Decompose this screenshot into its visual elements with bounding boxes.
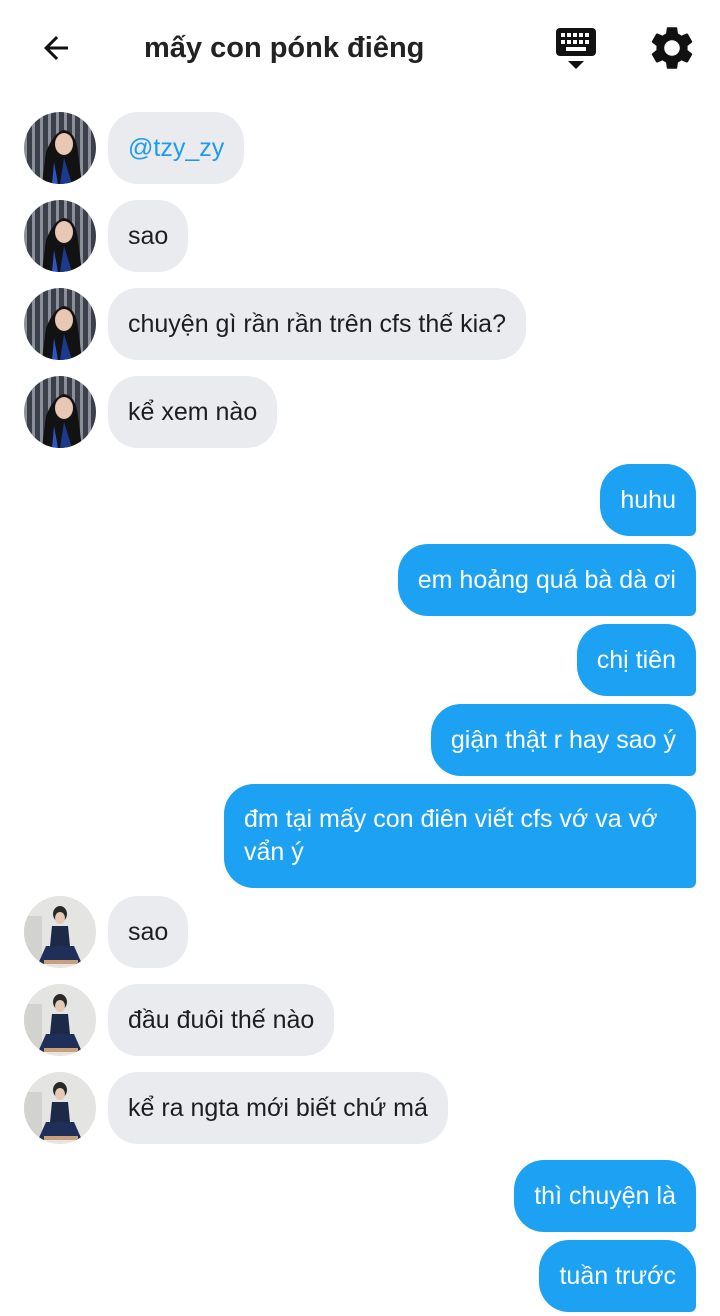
user-b-photo — [24, 896, 96, 968]
message-bubble-outgoing[interactable]: chị tiên — [576, 624, 696, 696]
user-a-photo — [24, 200, 96, 272]
message-row: kể xem nào — [0, 376, 720, 448]
message-text: chị tiên — [596, 645, 676, 674]
avatar[interactable] — [24, 200, 96, 272]
message-text: huhu — [620, 485, 676, 514]
message-bubble-outgoing[interactable]: tuần trước — [539, 1240, 696, 1312]
user-a-photo — [24, 288, 96, 360]
message-row: đm tại mấy con điên viết cfs vớ va vớ vẩ… — [0, 784, 720, 888]
avatar[interactable] — [24, 1072, 96, 1144]
user-a-photo — [24, 112, 96, 184]
message-text: đm tại mấy con điên viết cfs vớ va vớ vẩ… — [244, 805, 658, 866]
message-bubble-outgoing[interactable]: huhu — [600, 464, 696, 536]
message-row: kể ra ngta mới biết chứ má — [0, 1072, 720, 1144]
message-bubble-incoming[interactable]: kể ra ngta mới biết chứ má — [108, 1072, 448, 1144]
message-text: em hoảng quá bà dà ơi — [417, 565, 676, 594]
message-row: em hoảng quá bà dà ơi — [0, 544, 720, 616]
message-text: kể xem nào — [128, 397, 258, 426]
message-text: thì chuyện là — [534, 1181, 676, 1210]
message-text: sao — [128, 917, 169, 946]
message-bubble-incoming[interactable]: chuyện gì rần rần trên cfs thế kia? — [108, 288, 526, 360]
message-row: tuần trước — [0, 1240, 720, 1312]
avatar[interactable] — [24, 896, 96, 968]
settings-button[interactable] — [646, 22, 698, 74]
message-text: đầu đuôi thế nào — [128, 1005, 315, 1034]
avatar[interactable] — [24, 984, 96, 1056]
message-row: sao — [0, 200, 720, 272]
message-row: sao — [0, 896, 720, 968]
message-bubble-incoming[interactable]: sao — [108, 896, 189, 968]
mention-link[interactable]: @tzy_zy — [128, 132, 224, 165]
chat-header: mấy con pónk điêng — [0, 0, 720, 96]
user-b-photo — [24, 984, 96, 1056]
message-row: chuyện gì rần rần trên cfs thế kia? — [0, 288, 720, 360]
user-b-photo — [24, 1072, 96, 1144]
back-button[interactable] — [34, 26, 78, 70]
message-bubble-outgoing[interactable]: đm tại mấy con điên viết cfs vớ va vớ vẩ… — [224, 784, 696, 888]
avatar[interactable] — [24, 288, 96, 360]
gear-icon — [651, 27, 693, 69]
chat-title: mấy con pónk điêng — [144, 32, 425, 64]
message-bubble-incoming[interactable]: kể xem nào — [108, 376, 278, 448]
message-bubble-outgoing[interactable]: giận thật r hay sao ý — [430, 704, 696, 776]
message-bubble-incoming[interactable]: đầu đuôi thế nào — [108, 984, 335, 1056]
message-row: huhu — [0, 464, 720, 536]
message-bubble-outgoing[interactable]: em hoảng quá bà dà ơi — [397, 544, 696, 616]
message-bubble-incoming[interactable]: @tzy_zy — [108, 112, 245, 184]
message-row: chị tiên — [0, 624, 720, 696]
message-row: giận thật r hay sao ý — [0, 704, 720, 776]
message-text: sao — [128, 221, 169, 250]
message-row: thì chuyện là — [0, 1160, 720, 1232]
avatar[interactable] — [24, 112, 96, 184]
avatar[interactable] — [24, 376, 96, 448]
message-text: tuần trước — [559, 1261, 676, 1290]
message-bubble-outgoing[interactable]: thì chuyện là — [514, 1160, 696, 1232]
message-row: đầu đuôi thế nào — [0, 984, 720, 1056]
message-bubble-incoming[interactable]: sao — [108, 200, 189, 272]
message-text: chuyện gì rần rần trên cfs thế kia? — [128, 309, 506, 338]
message-text: kể ra ngta mới biết chứ má — [128, 1093, 428, 1122]
user-a-photo — [24, 376, 96, 448]
keyboard-toggle-button[interactable] — [552, 24, 600, 72]
arrow-left-icon — [44, 36, 68, 60]
message-row: @tzy_zy — [0, 112, 720, 184]
keyboard-hide-icon — [556, 28, 596, 69]
message-text: giận thật r hay sao ý — [450, 725, 676, 754]
